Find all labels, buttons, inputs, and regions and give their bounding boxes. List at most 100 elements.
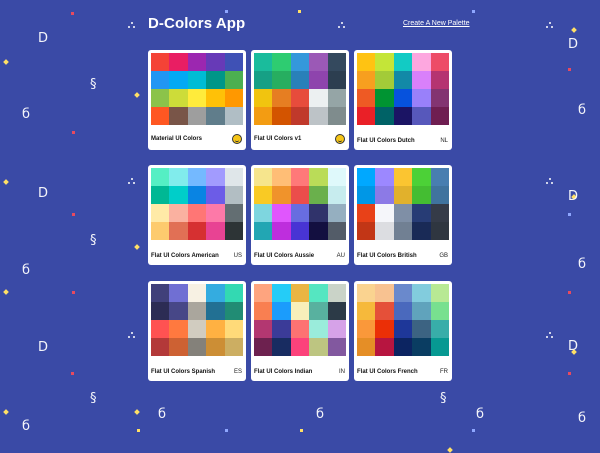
color-swatch xyxy=(290,168,310,186)
color-swatch xyxy=(169,204,188,222)
color-swatch xyxy=(393,168,413,186)
color-swatch xyxy=(290,107,310,125)
palette-card-material[interactable]: Material UI Colors xyxy=(148,50,246,150)
dots-shape xyxy=(338,22,346,29)
color-swatch-grid xyxy=(357,53,449,125)
color-swatch xyxy=(375,186,394,204)
confetti-shape xyxy=(472,429,475,432)
color-swatch xyxy=(151,320,170,338)
color-swatch-grid xyxy=(357,284,449,356)
color-swatch xyxy=(309,284,328,302)
color-swatch xyxy=(327,89,346,107)
color-swatch xyxy=(187,284,207,302)
color-swatch xyxy=(327,320,346,338)
color-swatch xyxy=(412,107,431,125)
squiggle-shape: § xyxy=(90,233,97,248)
color-swatch xyxy=(412,186,431,204)
palette-card-french[interactable]: Flat UI Colors French FR xyxy=(354,281,452,381)
color-swatch xyxy=(327,186,346,204)
color-swatch xyxy=(412,284,431,302)
color-swatch xyxy=(187,338,207,356)
palette-emoji: AU xyxy=(336,253,345,259)
color-swatch xyxy=(327,71,346,89)
app-title: D-Colors App xyxy=(148,15,246,32)
palette-card-dutch[interactable]: Flat UI Colors Dutch NL xyxy=(354,50,452,150)
color-swatch xyxy=(272,284,291,302)
color-swatch xyxy=(375,89,394,107)
create-palette-link[interactable]: Create A New Palette xyxy=(403,20,470,27)
confetti-shape xyxy=(447,447,453,453)
color-swatch xyxy=(430,53,449,71)
palette-card-british[interactable]: Flat UI Colors British GB xyxy=(354,165,452,265)
palette-card-indian[interactable]: Flat UI Colors Indian IN xyxy=(251,281,349,381)
color-swatch xyxy=(206,71,225,89)
color-swatch xyxy=(357,89,376,107)
squiggle-shape: б xyxy=(22,263,31,278)
color-swatch xyxy=(412,302,431,320)
color-swatch xyxy=(272,204,291,222)
color-swatch xyxy=(224,302,243,320)
color-swatch xyxy=(375,53,394,71)
palette-emoji: IN xyxy=(339,369,345,375)
color-swatch xyxy=(412,338,431,356)
color-swatch xyxy=(187,302,207,320)
color-swatch xyxy=(187,107,207,125)
dots-shape xyxy=(128,22,136,29)
palette-card-american[interactable]: Flat UI Colors American US xyxy=(148,165,246,265)
color-swatch xyxy=(290,186,310,204)
color-swatch xyxy=(169,186,188,204)
squiggle-shape: D xyxy=(568,37,579,52)
color-swatch xyxy=(169,302,188,320)
color-swatch xyxy=(224,168,243,186)
confetti-shape xyxy=(225,10,228,13)
palette-emoji: US xyxy=(233,253,242,259)
confetti-shape xyxy=(3,289,9,295)
color-swatch xyxy=(430,338,449,356)
color-swatch xyxy=(151,186,170,204)
confetti-shape xyxy=(3,59,9,65)
color-swatch xyxy=(393,302,413,320)
dots-shape xyxy=(128,178,136,185)
color-swatch xyxy=(224,89,243,107)
color-swatch xyxy=(151,302,170,320)
color-swatch-grid xyxy=(151,53,243,125)
color-swatch xyxy=(254,186,273,204)
color-swatch xyxy=(412,204,431,222)
color-swatch xyxy=(393,338,413,356)
confetti-shape xyxy=(3,179,9,185)
color-swatch xyxy=(224,107,243,125)
color-swatch xyxy=(357,107,376,125)
color-swatch xyxy=(375,222,394,240)
dots-shape xyxy=(546,22,554,29)
color-swatch xyxy=(375,284,394,302)
palette-card-flat-v1[interactable]: Flat UI Colors v1 xyxy=(251,50,349,150)
confetti-shape xyxy=(568,68,571,71)
color-swatch-grid xyxy=(151,284,243,356)
color-swatch xyxy=(272,71,291,89)
color-swatch xyxy=(151,53,170,71)
color-swatch xyxy=(357,53,376,71)
dots-shape xyxy=(128,332,136,339)
squiggle-shape: б xyxy=(22,107,31,122)
dots-shape xyxy=(546,332,554,339)
color-swatch xyxy=(393,53,413,71)
color-swatch xyxy=(187,89,207,107)
color-swatch xyxy=(224,284,243,302)
confetti-shape xyxy=(568,213,571,216)
confetti-shape xyxy=(72,291,75,294)
squiggle-shape: б xyxy=(158,407,167,422)
palette-emoji: NL xyxy=(440,138,448,144)
palette-card-spanish[interactable]: Flat UI Colors Spanish ES xyxy=(148,281,246,381)
color-swatch xyxy=(272,89,291,107)
color-swatch xyxy=(357,71,376,89)
confetti-shape xyxy=(472,10,475,13)
color-swatch xyxy=(272,168,291,186)
palette-card-aussie[interactable]: Flat UI Colors Aussie AU xyxy=(251,165,349,265)
color-swatch xyxy=(272,302,291,320)
color-swatch xyxy=(327,107,346,125)
color-swatch xyxy=(412,53,431,71)
color-swatch xyxy=(430,71,449,89)
color-swatch xyxy=(309,186,328,204)
color-swatch xyxy=(224,320,243,338)
color-swatch xyxy=(290,302,310,320)
